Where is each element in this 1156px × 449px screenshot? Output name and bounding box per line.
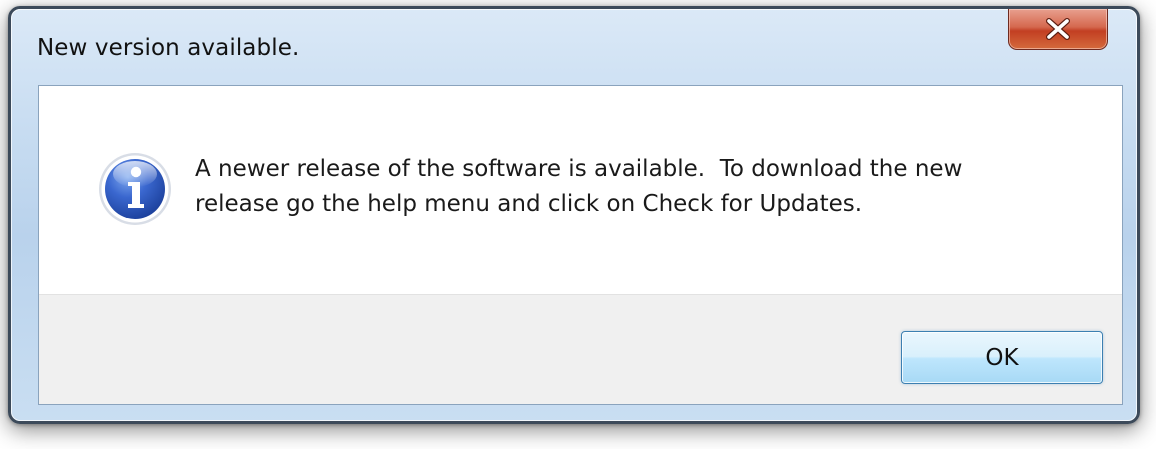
ok-button[interactable]: OK — [901, 331, 1103, 384]
message-text: A newer release of the software is avail… — [195, 152, 1095, 222]
close-icon — [1046, 18, 1070, 40]
dialog-title: New version available. — [37, 35, 300, 61]
title-bar[interactable]: New version available. — [11, 9, 1137, 83]
information-icon — [99, 153, 171, 225]
message-dialog: New version available. A newer release o… — [8, 6, 1140, 424]
message-line-1: A newer release of the software is avail… — [195, 156, 963, 182]
button-bar: OK — [39, 294, 1122, 404]
message-line-2: release go the help menu and click on Ch… — [195, 191, 863, 217]
message-area: A newer release of the software is avail… — [39, 86, 1122, 294]
dialog-body: A newer release of the software is avail… — [38, 85, 1123, 405]
close-button[interactable] — [1008, 9, 1108, 50]
